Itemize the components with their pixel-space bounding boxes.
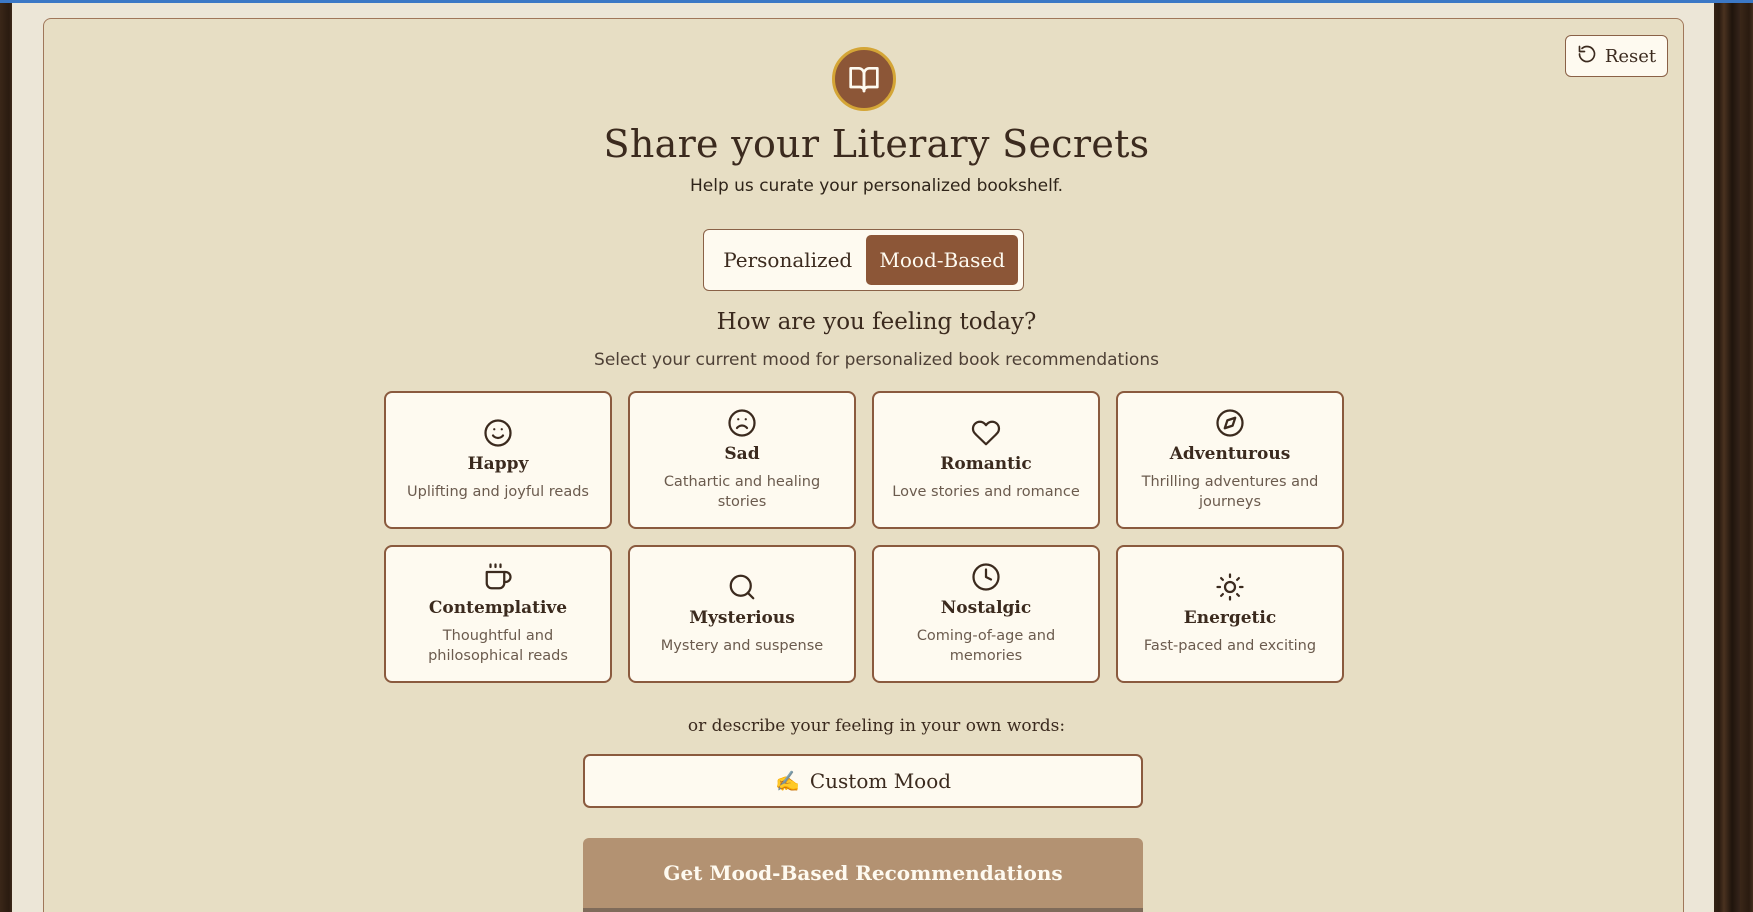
mood-card-sad[interactable]: Sad Cathartic and healing stories xyxy=(628,391,856,529)
mood-description: Mystery and suspense xyxy=(660,638,824,654)
page-title: Share your Literary Secrets xyxy=(603,122,1150,166)
mood-description: Thoughtful and philosophical reads xyxy=(428,628,568,664)
tab-personalized[interactable]: Personalized xyxy=(709,235,866,285)
open-book-icon xyxy=(849,67,879,93)
sun-icon xyxy=(1215,572,1245,602)
mood-card-adventurous[interactable]: Adventurous Thrilling adventures and jou… xyxy=(1116,391,1344,529)
coffee-icon xyxy=(483,562,513,592)
page-subtitle: Help us curate your personalized bookshe… xyxy=(690,176,1063,196)
mood-description: Uplifting and joyful reads xyxy=(407,484,589,500)
custom-mood-label: Custom Mood xyxy=(809,769,952,793)
mood-name: Contemplative xyxy=(428,598,568,618)
mood-card-contemplative[interactable]: Contemplative Thoughtful and philosophic… xyxy=(384,545,612,683)
mood-card-mysterious[interactable]: Mysterious Mystery and suspense xyxy=(628,545,856,683)
mood-description: Thrilling adventures and journeys xyxy=(1141,474,1319,510)
mood-name: Romantic xyxy=(940,454,1032,474)
mood-card-nostalgic[interactable]: Nostalgic Coming-of-age and memories xyxy=(872,545,1100,683)
mood-description: Cathartic and healing stories xyxy=(663,474,821,510)
reset-icon xyxy=(1577,44,1597,69)
mood-instructions: Select your current mood for personalize… xyxy=(594,350,1159,370)
compass-icon xyxy=(1215,408,1245,438)
mood-name: Adventurous xyxy=(1169,444,1291,464)
book-logo xyxy=(832,47,896,111)
mode-toggle: Personalized Mood-Based xyxy=(703,229,1024,291)
search-icon xyxy=(727,572,757,602)
mood-grid: Happy Uplifting and joyful reads Sad Cat… xyxy=(384,391,1344,683)
mood-card-energetic[interactable]: Energetic Fast-paced and exciting xyxy=(1116,545,1344,683)
mood-name: Sad xyxy=(724,444,760,464)
mood-name: Happy xyxy=(467,454,529,474)
clock-icon xyxy=(971,562,1001,592)
mood-name: Mysterious xyxy=(689,608,795,628)
heart-icon xyxy=(971,418,1001,448)
mood-name: Energetic xyxy=(1183,608,1277,628)
custom-mood-button[interactable]: ✍️ Custom Mood xyxy=(583,754,1143,808)
reset-label: Reset xyxy=(1604,45,1657,67)
mood-description: Love stories and romance xyxy=(892,484,1080,500)
mood-description: Coming-of-age and memories xyxy=(916,628,1056,664)
smile-icon xyxy=(483,418,513,448)
tab-mood-based[interactable]: Mood-Based xyxy=(866,235,1018,285)
frown-icon xyxy=(727,408,757,438)
custom-mood-prompt: or describe your feeling in your own wor… xyxy=(687,716,1066,736)
mood-name: Nostalgic xyxy=(940,598,1032,618)
writing-hand-icon: ✍️ xyxy=(774,769,800,793)
mood-question: How are you feeling today? xyxy=(716,309,1037,335)
get-recommendations-button[interactable]: Get Mood-Based Recommendations xyxy=(583,838,1143,912)
mood-card-happy[interactable]: Happy Uplifting and joyful reads xyxy=(384,391,612,529)
reset-button[interactable]: Reset xyxy=(1565,35,1668,77)
mood-description: Fast-paced and exciting xyxy=(1143,638,1317,654)
mood-card-romantic[interactable]: Romantic Love stories and romance xyxy=(872,391,1100,529)
